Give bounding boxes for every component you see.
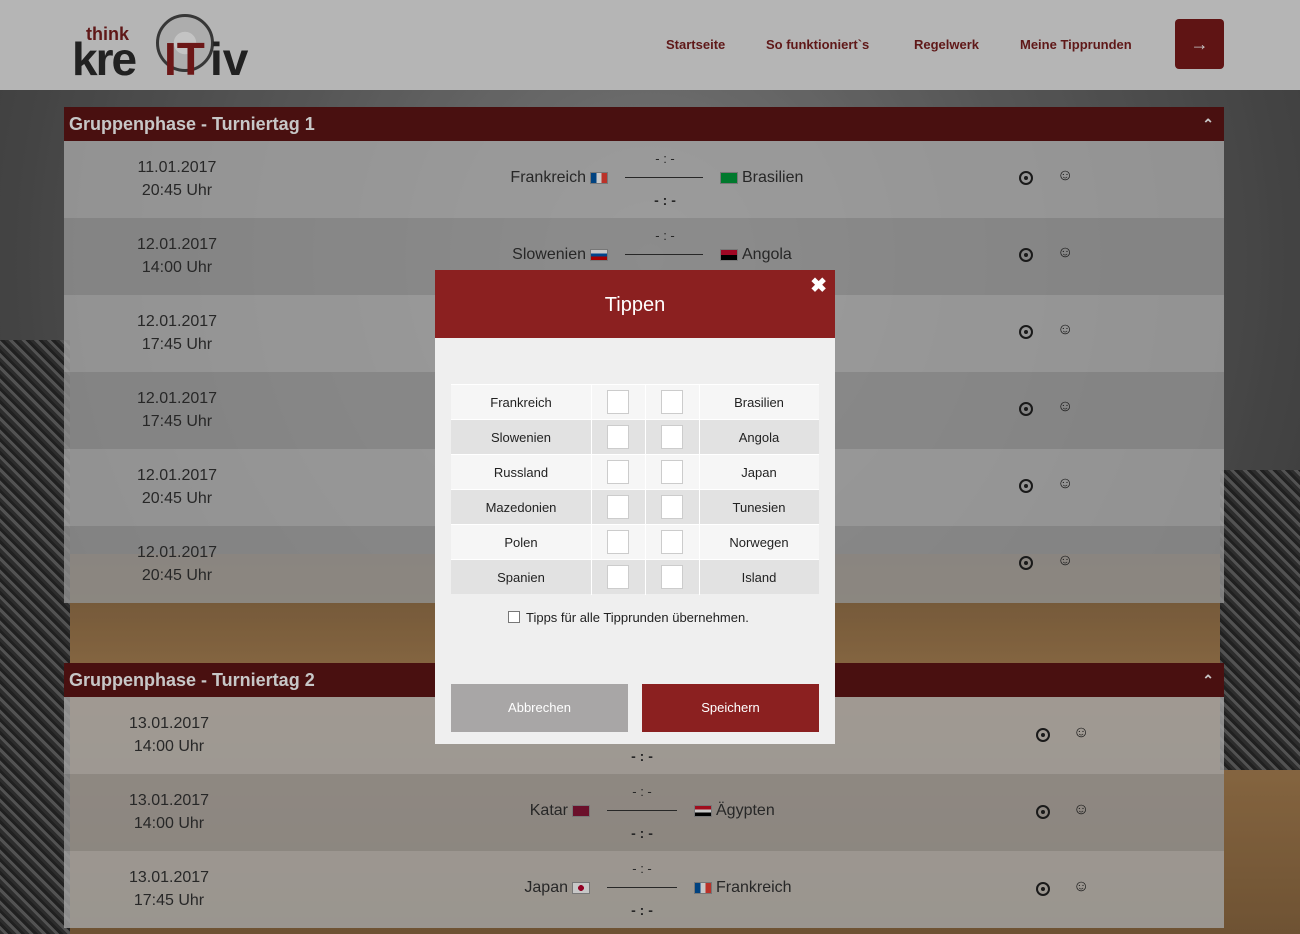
tip-row: Slowenien Angola: [451, 419, 819, 455]
tip-row: Spanien Island: [451, 559, 819, 595]
tip-home-team: Russland: [493, 465, 549, 480]
divider: [645, 455, 646, 490]
away-score-input[interactable]: [661, 460, 683, 484]
away-score-input[interactable]: [661, 495, 683, 519]
home-score-input[interactable]: [607, 390, 629, 414]
tip-away-team: Norwegen: [729, 535, 789, 550]
modal-title: Tippen: [604, 294, 666, 316]
divider: [591, 455, 592, 490]
away-score-input[interactable]: [661, 530, 683, 554]
tip-row: Polen Norwegen: [451, 524, 819, 560]
divider: [645, 560, 646, 595]
away-score-input[interactable]: [661, 425, 683, 449]
tip-away-team: Japan: [741, 465, 777, 480]
tip-modal: Tippen ✖ Frankreich Brasilien Slowenien …: [435, 270, 835, 744]
divider: [645, 385, 646, 420]
tip-home-team: Slowenien: [491, 430, 551, 445]
tip-row: Mazedonien Tunesien: [451, 489, 819, 525]
tip-home-team: Frankreich: [490, 395, 552, 410]
divider: [591, 525, 592, 560]
tip-home-team: Polen: [504, 535, 538, 550]
tip-table: Frankreich Brasilien Slowenien Angola Ru…: [451, 384, 819, 595]
divider: [645, 490, 646, 525]
divider: [591, 560, 592, 595]
away-score-input[interactable]: [661, 390, 683, 414]
divider: [591, 420, 592, 455]
tip-away-team: Angola: [738, 430, 780, 445]
divider: [645, 525, 646, 560]
close-icon[interactable]: ✖: [810, 276, 827, 296]
apply-all-label: Tipps für alle Tipprunden übernehmen.: [526, 610, 749, 625]
save-button[interactable]: Speichern: [642, 684, 819, 732]
home-score-input[interactable]: [607, 460, 629, 484]
tip-home-team: Spanien: [497, 570, 545, 585]
modal-header: Tippen ✖: [435, 270, 835, 338]
apply-all-checkbox-row[interactable]: Tipps für alle Tipprunden übernehmen.: [508, 610, 749, 625]
cancel-button[interactable]: Abbrechen: [451, 684, 628, 732]
tip-home-team: Mazedonien: [485, 500, 557, 515]
divider: [591, 385, 592, 420]
tip-row: Frankreich Brasilien: [451, 384, 819, 420]
tip-away-team: Brasilien: [734, 395, 784, 410]
home-score-input[interactable]: [607, 495, 629, 519]
apply-all-checkbox[interactable]: [508, 611, 520, 623]
tip-row: Russland Japan: [451, 454, 819, 490]
tip-away-team: Island: [741, 570, 777, 585]
divider: [645, 420, 646, 455]
divider: [591, 490, 592, 525]
tip-away-team: Tunesien: [732, 500, 786, 515]
home-score-input[interactable]: [607, 565, 629, 589]
home-score-input[interactable]: [607, 530, 629, 554]
away-score-input[interactable]: [661, 565, 683, 589]
home-score-input[interactable]: [607, 425, 629, 449]
